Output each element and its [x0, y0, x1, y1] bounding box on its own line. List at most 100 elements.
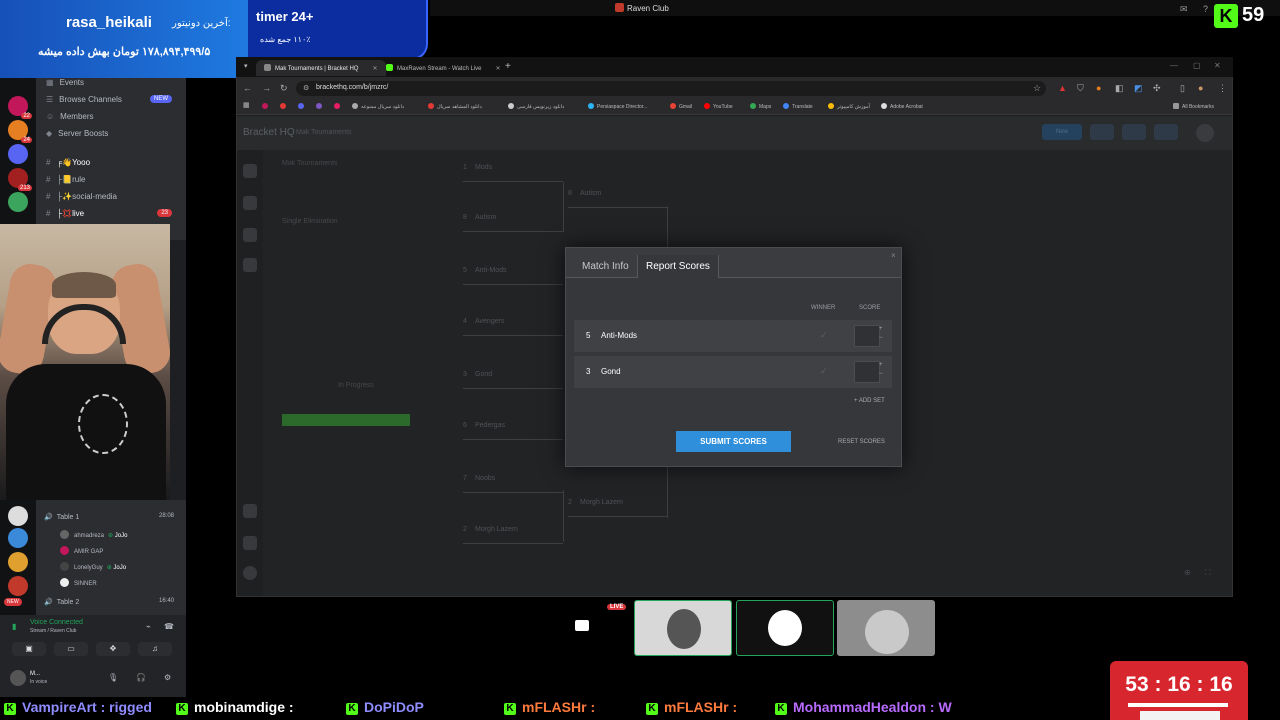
- bracket-team[interactable]: 3 Gond: [463, 371, 563, 389]
- noise-suppression-icon[interactable]: ⌁: [146, 622, 151, 631]
- server-icon[interactable]: 24: [8, 120, 32, 143]
- channel-social-media[interactable]: # ├✨social-media: [46, 192, 117, 201]
- address-bar[interactable]: [296, 81, 1046, 96]
- channel-rule[interactable]: # ├📒rule: [46, 175, 85, 184]
- winner-check-icon[interactable]: ✓: [820, 366, 828, 377]
- tab-report-scores[interactable]: Report Scores: [637, 255, 719, 278]
- bookmark-item[interactable]: YouTube: [704, 103, 733, 110]
- bookmark-item[interactable]: Maps: [750, 103, 771, 110]
- bookmark-icon[interactable]: [316, 103, 325, 110]
- apps-grid-icon[interactable]: ▦: [243, 101, 250, 109]
- bracket-team[interactable]: 8 Autism: [463, 214, 563, 232]
- reset-scores-link[interactable]: RESET SCORES: [838, 439, 885, 445]
- channel-live[interactable]: # ├💢live 23: [46, 209, 180, 218]
- bookmark-icon[interactable]: [280, 103, 289, 110]
- channel-members[interactable]: ☺ Members: [46, 112, 94, 121]
- score-input[interactable]: [854, 325, 880, 347]
- embed-icon[interactable]: [1122, 124, 1146, 140]
- bracket-team[interactable]: 2 Morgh Lazem: [568, 499, 668, 517]
- stream-tile-user[interactable]: [837, 600, 935, 656]
- close-icon[interactable]: ×: [891, 251, 896, 260]
- extension-icon[interactable]: ⛉: [1077, 83, 1084, 94]
- submit-scores-button[interactable]: SUBMIT SCORES: [676, 431, 791, 452]
- info-icon[interactable]: [243, 566, 257, 580]
- server-icon[interactable]: [8, 506, 28, 526]
- voice-user[interactable]: SINNER: [60, 578, 97, 587]
- settings-icon[interactable]: [243, 258, 257, 272]
- bookmark-item[interactable]: آموزش کامپیوتر: [828, 103, 870, 110]
- bracket-team[interactable]: 4 Avengers: [463, 318, 563, 336]
- acrobat-extension-icon[interactable]: ▲: [1058, 83, 1067, 93]
- score-stepper-icon[interactable]: + −: [879, 361, 883, 379]
- close-icon[interactable]: ✕: [372, 66, 377, 72]
- tab-match-info[interactable]: Match Info: [574, 255, 637, 278]
- extension-icon[interactable]: ◧: [1115, 83, 1124, 94]
- server-icon[interactable]: [8, 576, 28, 596]
- bookmark-icon[interactable]: [334, 103, 343, 110]
- side-panel-icon[interactable]: ▯: [1180, 83, 1185, 94]
- reload-icon[interactable]: ↻: [280, 83, 288, 94]
- bhq-logo[interactable]: Bracket HQ: [243, 127, 295, 138]
- fullscreen-icon[interactable]: ⛶: [1205, 568, 1211, 578]
- menu-kebab-icon[interactable]: ⋮: [1218, 83, 1227, 94]
- channel-events[interactable]: ▦ Events: [46, 78, 84, 87]
- tab-bracket-hq[interactable]: Mak Tournaments | Bracket HQ ✕: [256, 60, 386, 76]
- server-icon[interactable]: 22: [8, 96, 32, 119]
- bracket-team[interactable]: 6 Pedergas: [463, 422, 563, 440]
- teams-icon[interactable]: [243, 196, 257, 210]
- help-icon[interactable]: ?: [1203, 4, 1208, 14]
- winner-check-icon[interactable]: ✓: [820, 330, 828, 341]
- settings-gear-icon[interactable]: ⚙: [164, 673, 171, 682]
- bookmark-icon[interactable]: [262, 103, 271, 110]
- extension-icon[interactable]: ●: [1096, 83, 1101, 93]
- extensions-puzzle-icon[interactable]: ✣: [1153, 83, 1161, 94]
- bookmark-item[interactable]: دانلود زیرنویس فارسی: [508, 103, 564, 110]
- download-icon[interactable]: [1090, 124, 1114, 140]
- bookmark-item[interactable]: دانلود سریال ممنوعه: [352, 103, 404, 110]
- bookmark-icon[interactable]: [298, 103, 307, 110]
- server-icon[interactable]: 213: [8, 168, 32, 191]
- translate-extension-icon[interactable]: ◩: [1134, 83, 1143, 94]
- bookmark-star-icon[interactable]: ☆: [1033, 83, 1041, 94]
- channel-yooo[interactable]: # ╒👋Yooo: [46, 158, 90, 167]
- server-icon[interactable]: [8, 144, 28, 164]
- minimize-icon[interactable]: —: [1170, 61, 1178, 70]
- voice-user[interactable]: LonelyGuy ⊕ JoJo: [60, 562, 126, 571]
- server-icon[interactable]: [8, 552, 28, 572]
- voice-channel-table-1[interactable]: 🔊 Table 1 28:08: [44, 513, 180, 521]
- new-tab-button[interactable]: +: [505, 61, 511, 72]
- channel-browse[interactable]: ☰ Browse Channels NEW: [46, 95, 180, 104]
- back-icon[interactable]: ←: [243, 83, 252, 93]
- activities-button[interactable]: ✥: [96, 642, 130, 656]
- forward-icon[interactable]: →: [262, 83, 271, 93]
- bookmark-item[interactable]: Persiaspace Director...: [588, 103, 647, 110]
- share-icon[interactable]: [1154, 124, 1178, 140]
- maximize-icon[interactable]: ▢: [1193, 61, 1201, 70]
- bookmark-item[interactable]: دانلود المشاهد سریال: [428, 103, 482, 110]
- bracket-team[interactable]: 7 Noobs: [463, 475, 563, 493]
- new-button[interactable]: New: [1042, 124, 1082, 140]
- bracket-team[interactable]: 2 Morgh Lazem: [463, 526, 563, 544]
- tab-search-icon[interactable]: ▾: [244, 62, 248, 70]
- bracket-team[interactable]: 5 Anti-Mods: [463, 267, 563, 285]
- close-window-icon[interactable]: ✕: [1214, 61, 1221, 70]
- mail-icon[interactable]: ✉: [1180, 4, 1188, 15]
- disconnect-icon[interactable]: ☎: [164, 622, 174, 631]
- soundboard-button[interactable]: ♫: [138, 642, 172, 656]
- palette-icon[interactable]: [243, 228, 257, 242]
- score-stepper-icon[interactable]: + −: [879, 325, 883, 343]
- bracket-icon[interactable]: [243, 164, 257, 178]
- stream-tile-user[interactable]: [634, 600, 732, 656]
- bracket-team[interactable]: 1 Mods: [463, 164, 563, 182]
- headphones-icon[interactable]: 🎧: [136, 673, 146, 682]
- profile-avatar-icon[interactable]: ●: [1198, 83, 1203, 93]
- all-bookmarks[interactable]: All Bookmarks: [1173, 103, 1214, 110]
- server-icon[interactable]: [8, 192, 28, 212]
- help-icon[interactable]: [243, 536, 257, 550]
- bookmark-item[interactable]: Translate: [783, 103, 813, 110]
- add-set-link[interactable]: + ADD SET: [854, 398, 885, 404]
- voice-user[interactable]: AMIR GAP: [60, 546, 103, 555]
- avatar[interactable]: [10, 670, 26, 686]
- video-off-button[interactable]: ▣: [12, 642, 46, 656]
- crown-icon[interactable]: [243, 504, 257, 518]
